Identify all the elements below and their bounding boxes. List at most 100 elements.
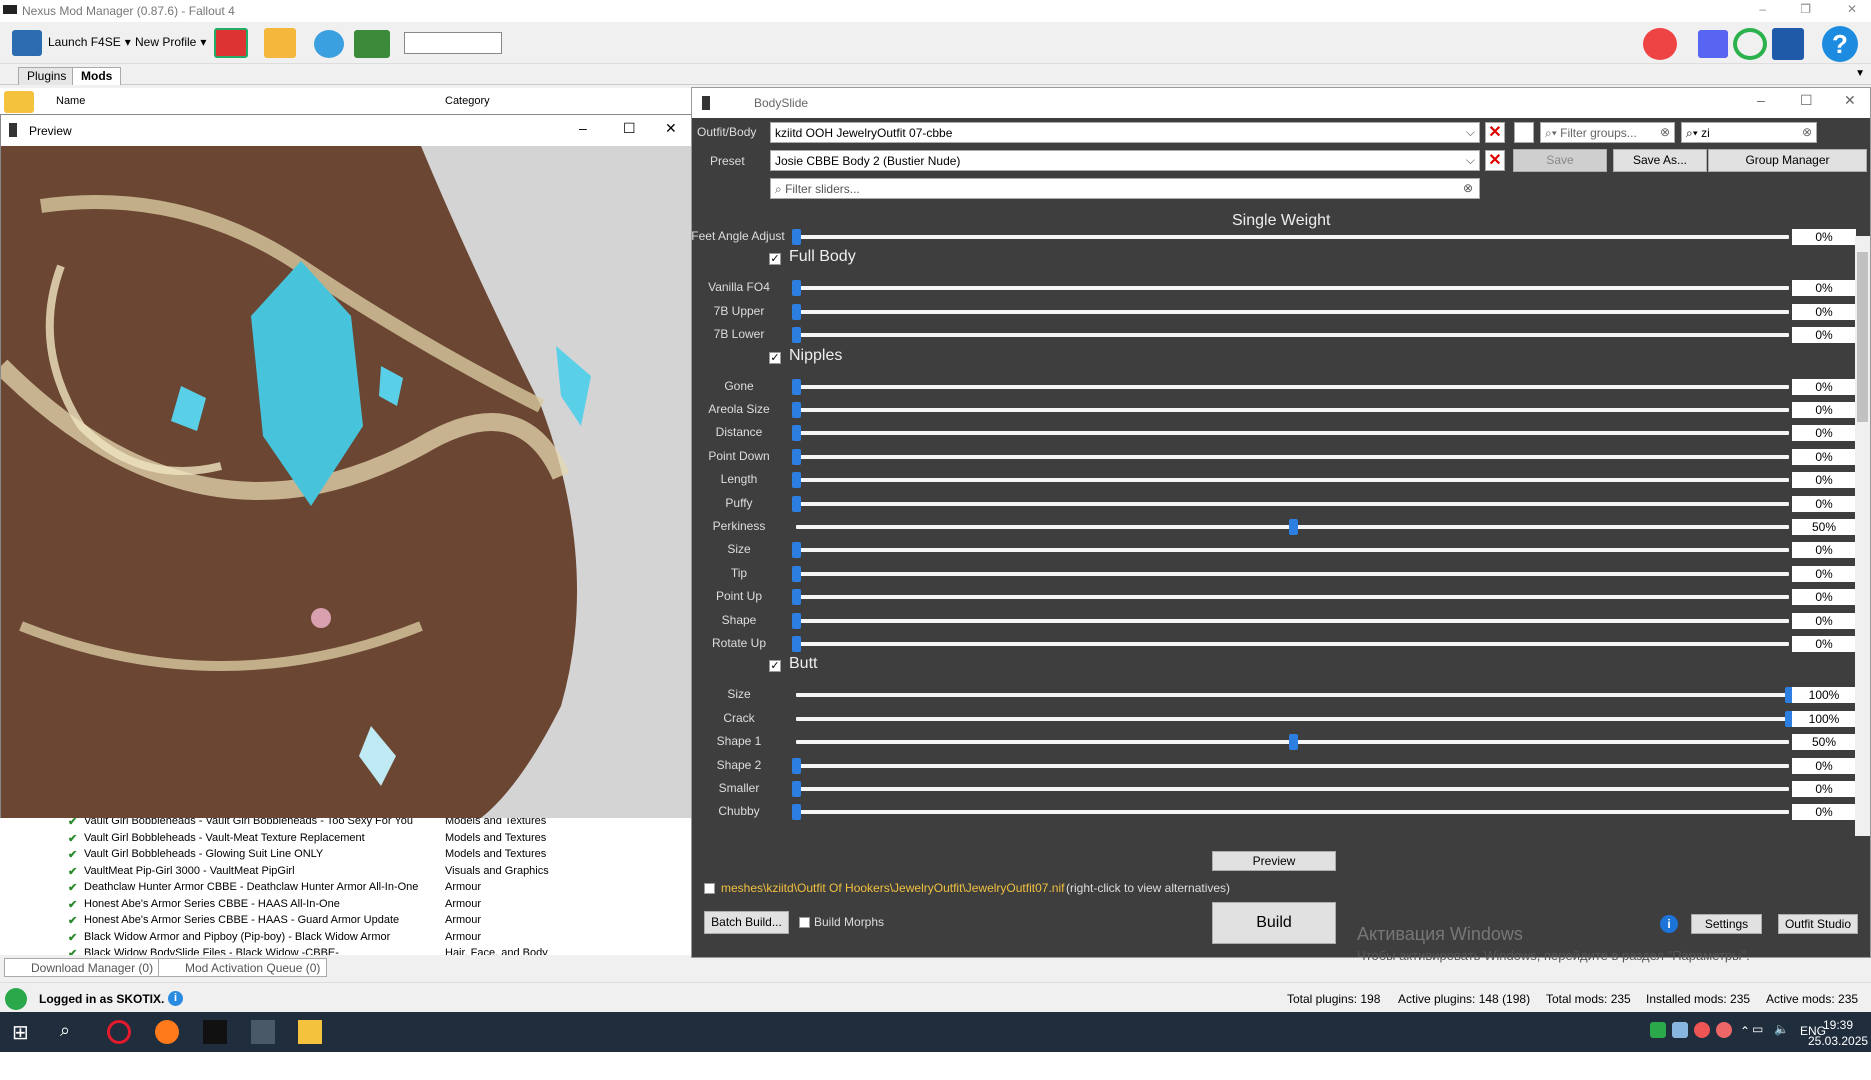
profile-button[interactable]: New Profile ▾ <box>135 35 206 49</box>
build-morphs-checkbox[interactable] <box>799 917 810 928</box>
table-row[interactable]: ✔ Vault Girl Bobbleheads - Vault-Meat Tex… <box>0 832 700 848</box>
group-checkbox[interactable]: ✓ <box>769 660 781 673</box>
table-row[interactable]: ✔ Black Widow BodySlide Files - Black Wid… <box>0 947 700 955</box>
tab-activation-queue[interactable]: Mod Activation Queue (0) <box>158 958 328 977</box>
tab-plugins[interactable]: Plugins <box>18 67 76 85</box>
refresh-icon[interactable] <box>1733 28 1767 60</box>
scrollbar-thumb[interactable] <box>1857 252 1868 422</box>
group-checkbox[interactable]: ✓ <box>769 253 781 266</box>
maximize-icon[interactable]: ☐ <box>1800 92 1813 109</box>
launch-icon[interactable] <box>12 30 42 56</box>
filter-groups-input[interactable]: ⌕▾ Filter groups... ⊗ <box>1540 122 1675 143</box>
slider-track[interactable] <box>796 693 1789 698</box>
slider-value[interactable]: 0% <box>1792 781 1856 797</box>
slider-group[interactable]: ✓ Butt <box>769 655 817 673</box>
build-button[interactable]: Build <box>1212 902 1336 944</box>
restore-icon[interactable]: ❐ <box>1800 2 1811 16</box>
slider-value[interactable]: 0% <box>1792 757 1856 774</box>
check-icon[interactable]: ✔ <box>68 848 77 861</box>
slider-thumb[interactable] <box>792 781 801 797</box>
settings-button[interactable]: Settings <box>1691 914 1762 934</box>
volume-icon[interactable]: 🔈 <box>1774 1022 1789 1036</box>
support-icon[interactable] <box>1643 28 1677 60</box>
preview-render[interactable] <box>1 146 694 818</box>
slider-thumb[interactable] <box>792 425 801 442</box>
close-icon[interactable]: ✕ <box>665 120 677 137</box>
slider-value[interactable]: 0% <box>1792 425 1856 442</box>
preview-button[interactable]: Preview <box>1212 851 1336 871</box>
tab-mods[interactable]: Mods <box>72 67 122 85</box>
clear-outfit-icon[interactable]: ✕ <box>1485 122 1505 143</box>
slider-value[interactable]: 0% <box>1792 229 1856 245</box>
minimize-icon[interactable]: – <box>579 120 587 136</box>
settings-icon[interactable] <box>314 30 344 58</box>
slider-thumb[interactable] <box>792 280 801 297</box>
slider-thumb[interactable] <box>792 327 801 344</box>
slider-thumb[interactable] <box>792 757 801 774</box>
slider-track[interactable] <box>796 408 1789 412</box>
table-row[interactable]: ✔ Honest Abe's Armor Series CBBE - HAAS A… <box>0 898 700 914</box>
clear-icon[interactable]: ⊗ <box>1660 125 1670 139</box>
table-row[interactable]: ✔ Black Widow Armor and Pipboy (Pip-boy) … <box>0 931 700 947</box>
filter-outfits-input[interactable]: ⌕▾ zi ⊗ <box>1681 122 1817 143</box>
slider-thumb[interactable] <box>792 303 801 320</box>
slider-track[interactable] <box>796 763 1789 768</box>
slider-value[interactable]: 0% <box>1792 402 1856 418</box>
info-icon[interactable]: i <box>168 991 183 1006</box>
maximize-icon[interactable]: ☐ <box>623 120 636 137</box>
categories-icon[interactable] <box>214 28 248 58</box>
clear-icon[interactable]: ⊗ <box>1463 181 1473 195</box>
check-icon[interactable]: ✔ <box>68 898 77 911</box>
outfit-studio-icon[interactable] <box>1514 122 1534 143</box>
slider-thumb[interactable] <box>792 472 801 489</box>
save-button[interactable]: Save <box>1513 149 1607 172</box>
clock-time[interactable]: 19:39 <box>1823 1018 1853 1032</box>
slider-track[interactable] <box>796 478 1789 483</box>
bodyslide-icon[interactable] <box>251 1020 275 1044</box>
minimize-icon[interactable]: – <box>1759 2 1766 16</box>
nmm-icon[interactable] <box>203 1020 227 1044</box>
slider-value[interactable]: 0% <box>1792 495 1856 512</box>
opera-tray-icon[interactable] <box>1694 1022 1710 1038</box>
explorer-icon[interactable] <box>298 1020 322 1044</box>
slider-track[interactable] <box>796 286 1789 291</box>
slider-track[interactable] <box>796 810 1789 815</box>
slider-track[interactable] <box>796 642 1789 646</box>
slider-track[interactable] <box>796 716 1789 721</box>
table-row[interactable]: ✔ Deathclaw Hunter Armor CBBE - Deathclaw… <box>0 881 700 897</box>
tray-icon[interactable] <box>1716 1022 1732 1038</box>
slider-value[interactable]: 0% <box>1792 327 1856 344</box>
slider-group[interactable]: ✓ Full Body <box>769 248 856 266</box>
preset-select[interactable]: Josie CBBE Body 2 (Bustier Nude) ⌵ <box>770 150 1480 171</box>
info-icon[interactable]: i <box>1660 915 1678 933</box>
check-icon[interactable]: ✔ <box>68 914 77 927</box>
close-icon[interactable]: ✕ <box>1844 92 1856 109</box>
slider-track[interactable] <box>796 454 1789 459</box>
check-icon[interactable]: ✔ <box>68 931 77 944</box>
check-icon[interactable]: ✔ <box>68 832 77 845</box>
batch-build-button[interactable]: Batch Build... <box>704 911 789 934</box>
slider-value[interactable]: 50% <box>1792 519 1856 535</box>
clear-icon[interactable]: ⊗ <box>1802 125 1812 139</box>
slider-value[interactable]: 0% <box>1792 378 1856 395</box>
network-icon[interactable]: ▭ <box>1752 1022 1763 1036</box>
chevron-up-icon[interactable]: ⌃ <box>1740 1024 1750 1038</box>
search-icon[interactable]: ⌕ <box>60 1020 84 1044</box>
filter-sliders-input[interactable]: ⌕ Filter sliders... ⊗ <box>770 178 1480 199</box>
slider-thumb[interactable] <box>792 565 801 582</box>
slider-thumb[interactable] <box>792 804 801 821</box>
slider-thumb[interactable] <box>792 589 801 606</box>
slider-thumb[interactable] <box>792 448 801 465</box>
toolbar-input[interactable] <box>404 32 502 54</box>
slider-scrollbar[interactable] <box>1855 236 1870 836</box>
slider-value[interactable]: 100% <box>1792 687 1856 704</box>
table-row[interactable]: ✔ Honest Abe's Armor Series CBBE - HAAS -… <box>0 914 700 930</box>
col-category[interactable]: Category <box>445 95 490 107</box>
table-row[interactable]: ✔ VaultMeat Pip-Girl 3000 - VaultMeat Pip… <box>0 865 700 881</box>
tab-download-manager[interactable]: Download Manager (0) <box>4 958 161 977</box>
slider-thumb[interactable] <box>792 542 801 559</box>
slider-thumb[interactable] <box>792 612 801 629</box>
folder-icon[interactable] <box>264 28 296 58</box>
plugins-icon[interactable] <box>354 30 390 58</box>
slider-track[interactable] <box>796 595 1789 600</box>
